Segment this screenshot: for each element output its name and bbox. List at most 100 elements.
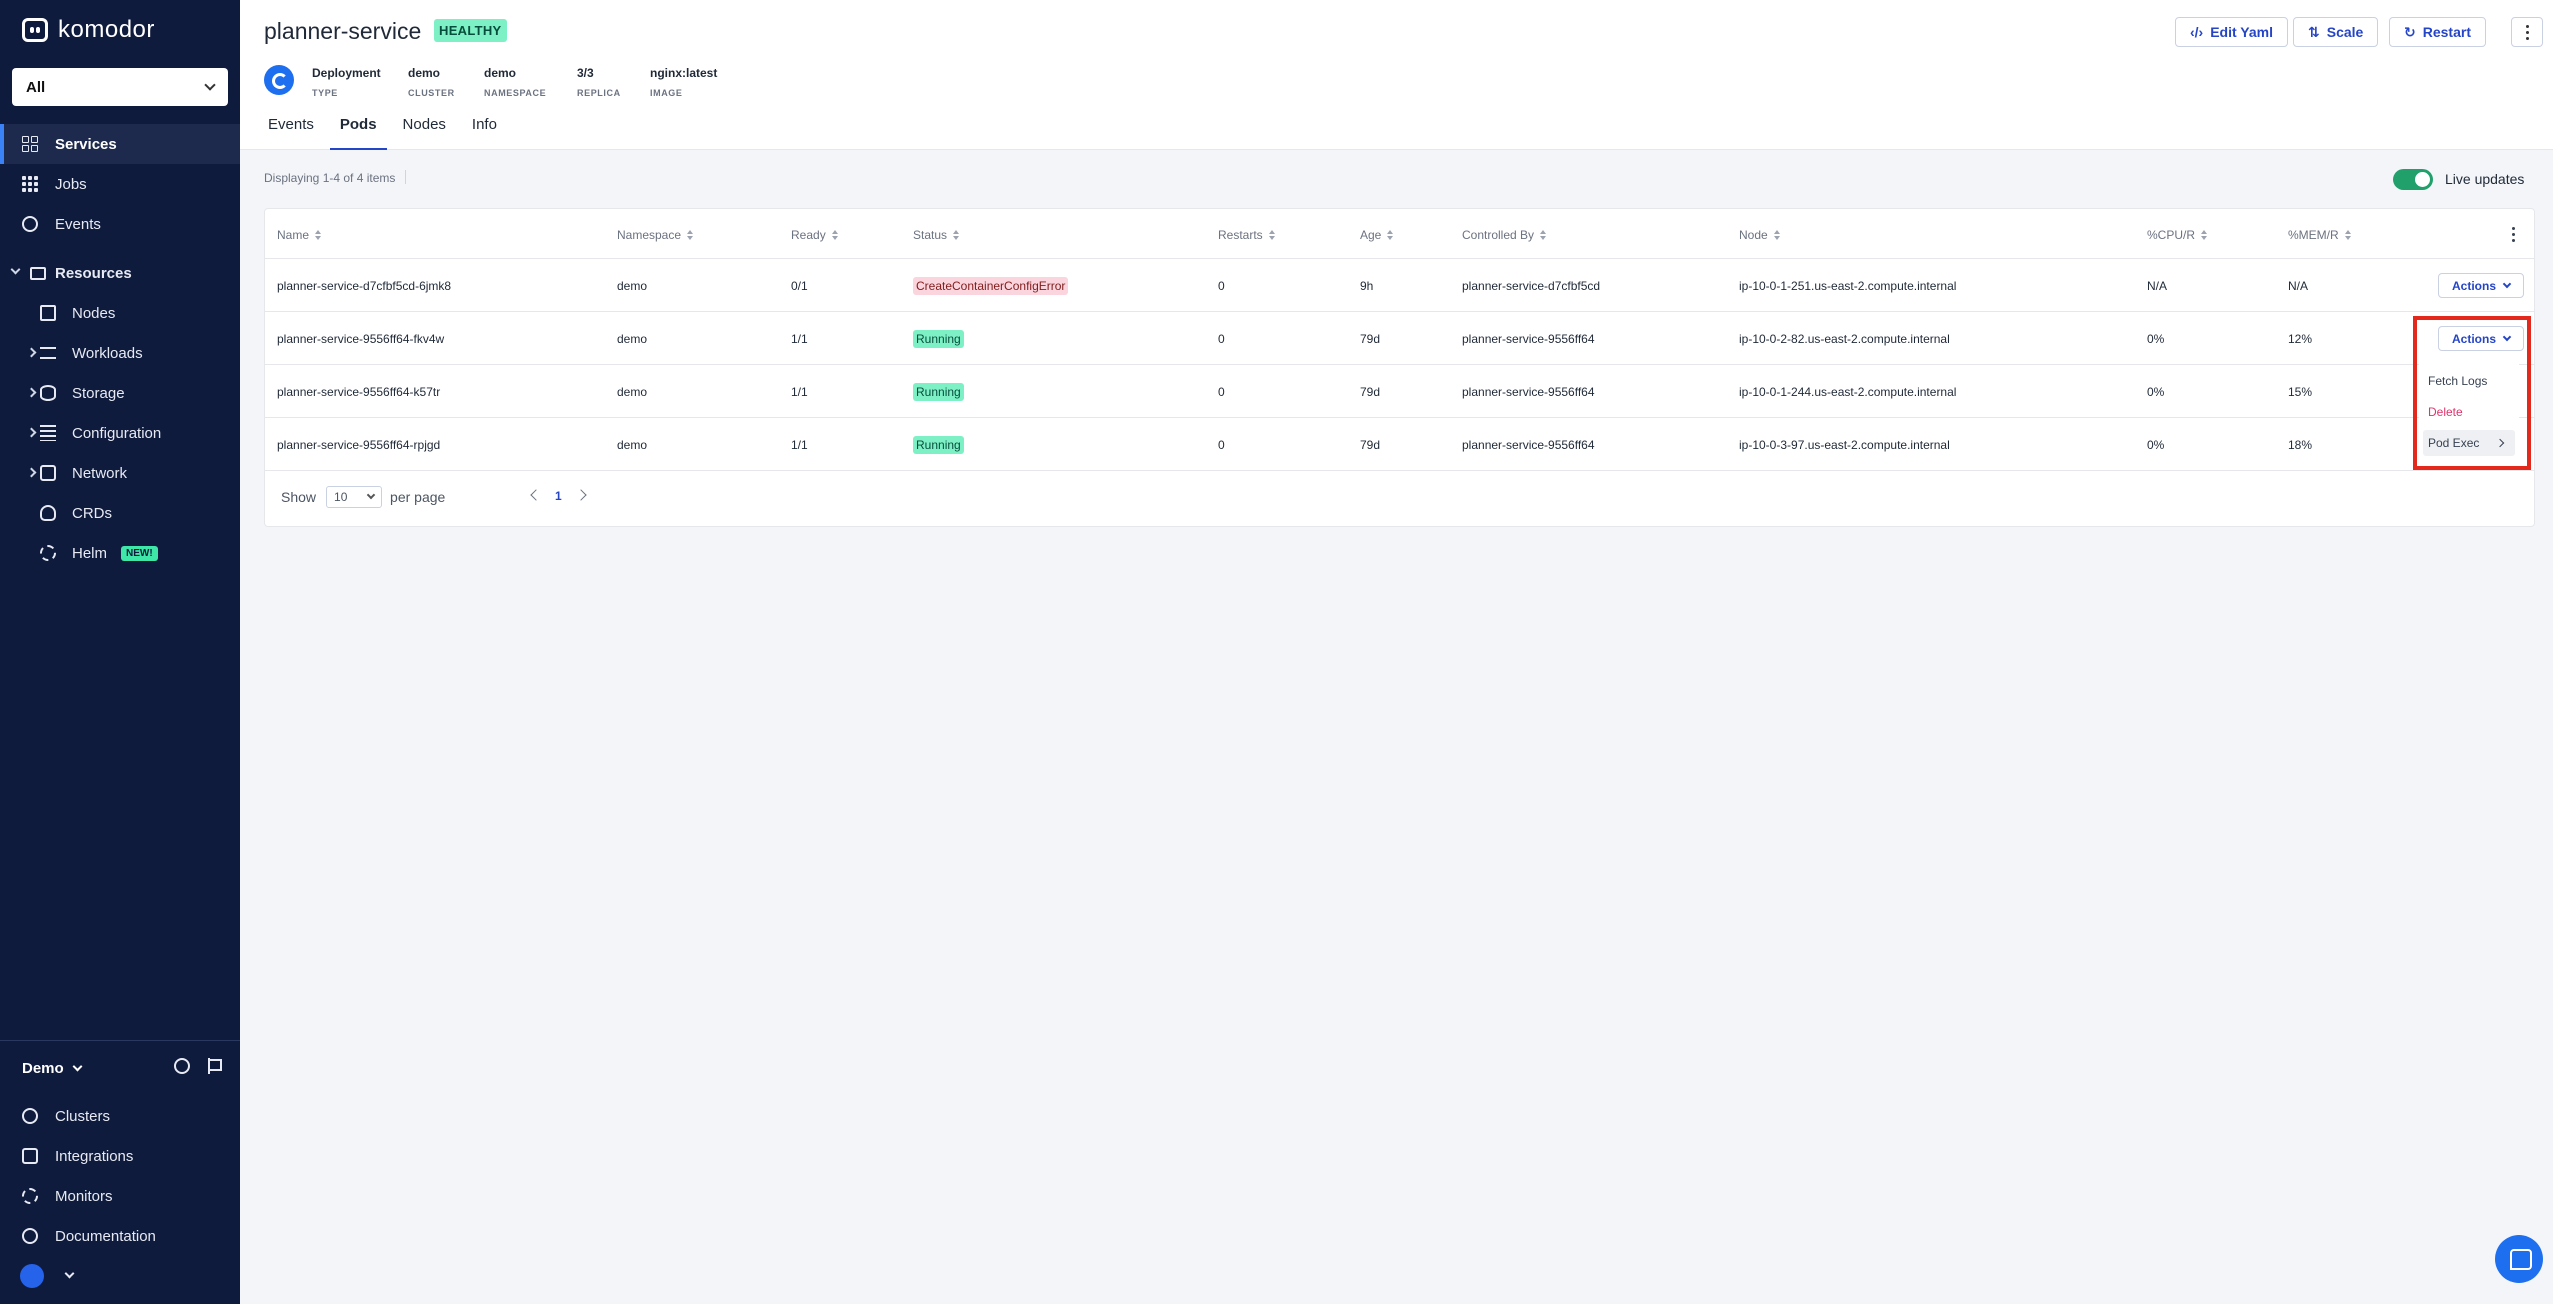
column-header-restarts[interactable]: Restarts: [1218, 228, 1275, 242]
chevron-down-icon: [2502, 279, 2512, 288]
meta-namespace: demo NAMESPACE: [484, 66, 546, 98]
clusters-icon: [22, 1108, 38, 1124]
chevron-down-icon[interactable]: [64, 1268, 75, 1279]
status-badge: CreateContainerConfigError: [913, 277, 1069, 295]
sidebar-item-label: Monitors: [55, 1187, 113, 1205]
previous-page-icon[interactable]: [530, 489, 542, 501]
avatar[interactable]: [20, 1264, 44, 1288]
code-icon: ‹/›: [2190, 24, 2204, 40]
sidebar-item-jobs[interactable]: Jobs: [0, 164, 240, 204]
pod-age: 79d: [1360, 332, 1381, 346]
page-size-select[interactable]: 10: [326, 486, 383, 508]
column-header-status[interactable]: Status: [913, 228, 960, 242]
chevron-down-icon: [10, 264, 21, 275]
chevron-down-icon: [366, 490, 376, 500]
sidebar-item-workloads[interactable]: Workloads: [0, 333, 240, 373]
sort-icon: [315, 230, 322, 240]
table-row[interactable]: planner-service-d7cfbf5cd-6jmk8 demo 0/1…: [265, 259, 2534, 312]
sidebar-item-documentation[interactable]: Documentation: [0, 1216, 240, 1256]
page-number[interactable]: 1: [555, 489, 562, 503]
sort-icon: [1540, 230, 1547, 240]
column-header-cpu[interactable]: %CPU/R: [2147, 228, 2208, 242]
table-row[interactable]: planner-service-9556ff64-rpjgd demo 1/1 …: [265, 418, 2534, 471]
sidebar-item-label: Events: [55, 215, 101, 233]
tab-nodes[interactable]: Nodes: [393, 116, 456, 150]
column-header-age[interactable]: Age: [1360, 228, 1394, 242]
more-options-button[interactable]: [2511, 17, 2543, 47]
display-count: Displaying 1-4 of 4 items: [264, 171, 396, 185]
chevron-right-icon: [26, 387, 37, 398]
sidebar-item-nodes[interactable]: Nodes: [0, 293, 240, 333]
sidebar-item-network[interactable]: Network: [0, 453, 240, 493]
table-row[interactable]: planner-service-9556ff64-k57tr demo 1/1 …: [265, 365, 2534, 418]
status-badge: Running: [913, 330, 964, 348]
sidebar-item-crds[interactable]: CRDs: [0, 493, 240, 533]
button-label: Edit Yaml: [2210, 24, 2273, 40]
column-header-name[interactable]: Name: [277, 228, 322, 242]
column-header-controlled-by[interactable]: Controlled By: [1462, 228, 1547, 242]
divider: [405, 170, 406, 184]
column-header-node[interactable]: Node: [1739, 228, 1780, 242]
sidebar-divider: [0, 1040, 240, 1041]
pod-cpu: 0%: [2147, 385, 2165, 399]
flag-icon[interactable]: [208, 1058, 222, 1074]
chevron-right-icon: [26, 427, 37, 438]
sidebar-item-configuration[interactable]: Configuration: [0, 413, 240, 453]
column-header-label: Controlled By: [1462, 228, 1535, 242]
meta-value: demo: [484, 66, 517, 80]
meta-key: REPLICA: [577, 88, 621, 98]
sidebar-item-storage[interactable]: Storage: [0, 373, 240, 413]
tab-events[interactable]: Events: [258, 116, 324, 150]
column-header-label: %CPU/R: [2147, 228, 2196, 242]
sidebar-item-events[interactable]: Events: [0, 204, 240, 244]
account-actions: [174, 1058, 222, 1074]
sidebar-item-integrations[interactable]: Integrations: [0, 1136, 240, 1176]
sort-icon: [2201, 230, 2208, 240]
chat-support-button[interactable]: [2495, 1235, 2543, 1283]
sidebar-item-helm[interactable]: Helm NEW!: [0, 533, 240, 573]
pod-ready: 1/1: [791, 438, 808, 452]
pod-namespace: demo: [617, 385, 648, 399]
pod-namespace: demo: [617, 279, 648, 293]
chevron-right-icon: [26, 347, 37, 358]
workspace-select-value: All: [26, 78, 46, 96]
restart-button[interactable]: ↻ Restart: [2389, 17, 2486, 47]
edit-yaml-button[interactable]: ‹/› Edit Yaml: [2175, 17, 2288, 47]
column-header-ready[interactable]: Ready: [791, 228, 838, 242]
history-icon[interactable]: [174, 1058, 190, 1074]
sidebar-item-monitors[interactable]: Monitors: [0, 1176, 240, 1216]
pod-mem: N/A: [2288, 279, 2309, 293]
scale-button[interactable]: ⇅ Scale: [2293, 17, 2379, 47]
sidebar-item-clusters[interactable]: Clusters: [0, 1096, 240, 1136]
table-row[interactable]: planner-service-9556ff64-fkv4w demo 1/1 …: [265, 312, 2534, 365]
sidebar-item-label: Integrations: [55, 1147, 134, 1165]
scale-icon: ⇅: [2308, 23, 2320, 40]
column-header-label: Namespace: [617, 228, 682, 242]
meta-key: TYPE: [312, 88, 338, 98]
account-switcher[interactable]: Demo: [22, 1054, 222, 1082]
tab-pods[interactable]: Pods: [329, 116, 387, 150]
button-label: Restart: [2422, 24, 2471, 40]
meta-value: nginx:latest: [650, 66, 718, 80]
pod-mem: 18%: [2288, 438, 2313, 452]
clock-icon: [22, 216, 38, 232]
page-size-value: 10: [334, 490, 348, 504]
sidebar-section-resources[interactable]: Resources: [0, 253, 240, 293]
komodor-logo[interactable]: komodor: [22, 16, 155, 44]
meta-key: NAMESPACE: [484, 88, 547, 98]
tab-info[interactable]: Info: [462, 116, 507, 150]
sidebar-item-services[interactable]: Services: [0, 124, 240, 164]
workspace-select[interactable]: All: [12, 68, 228, 106]
network-icon: [40, 465, 56, 481]
monitor-icon: [22, 1188, 38, 1204]
column-header-namespace[interactable]: Namespace: [617, 228, 694, 242]
next-page-icon[interactable]: [575, 489, 587, 501]
server-icon: [40, 305, 56, 321]
column-settings-icon[interactable]: [2512, 227, 2515, 242]
sidebar-item-label: CRDs: [72, 504, 112, 522]
sort-icon: [953, 230, 960, 240]
column-header-mem[interactable]: %MEM/R: [2288, 228, 2351, 242]
actions-button[interactable]: Actions: [2438, 273, 2524, 298]
list-icon: [40, 425, 56, 441]
live-updates-toggle[interactable]: [2393, 169, 2433, 190]
